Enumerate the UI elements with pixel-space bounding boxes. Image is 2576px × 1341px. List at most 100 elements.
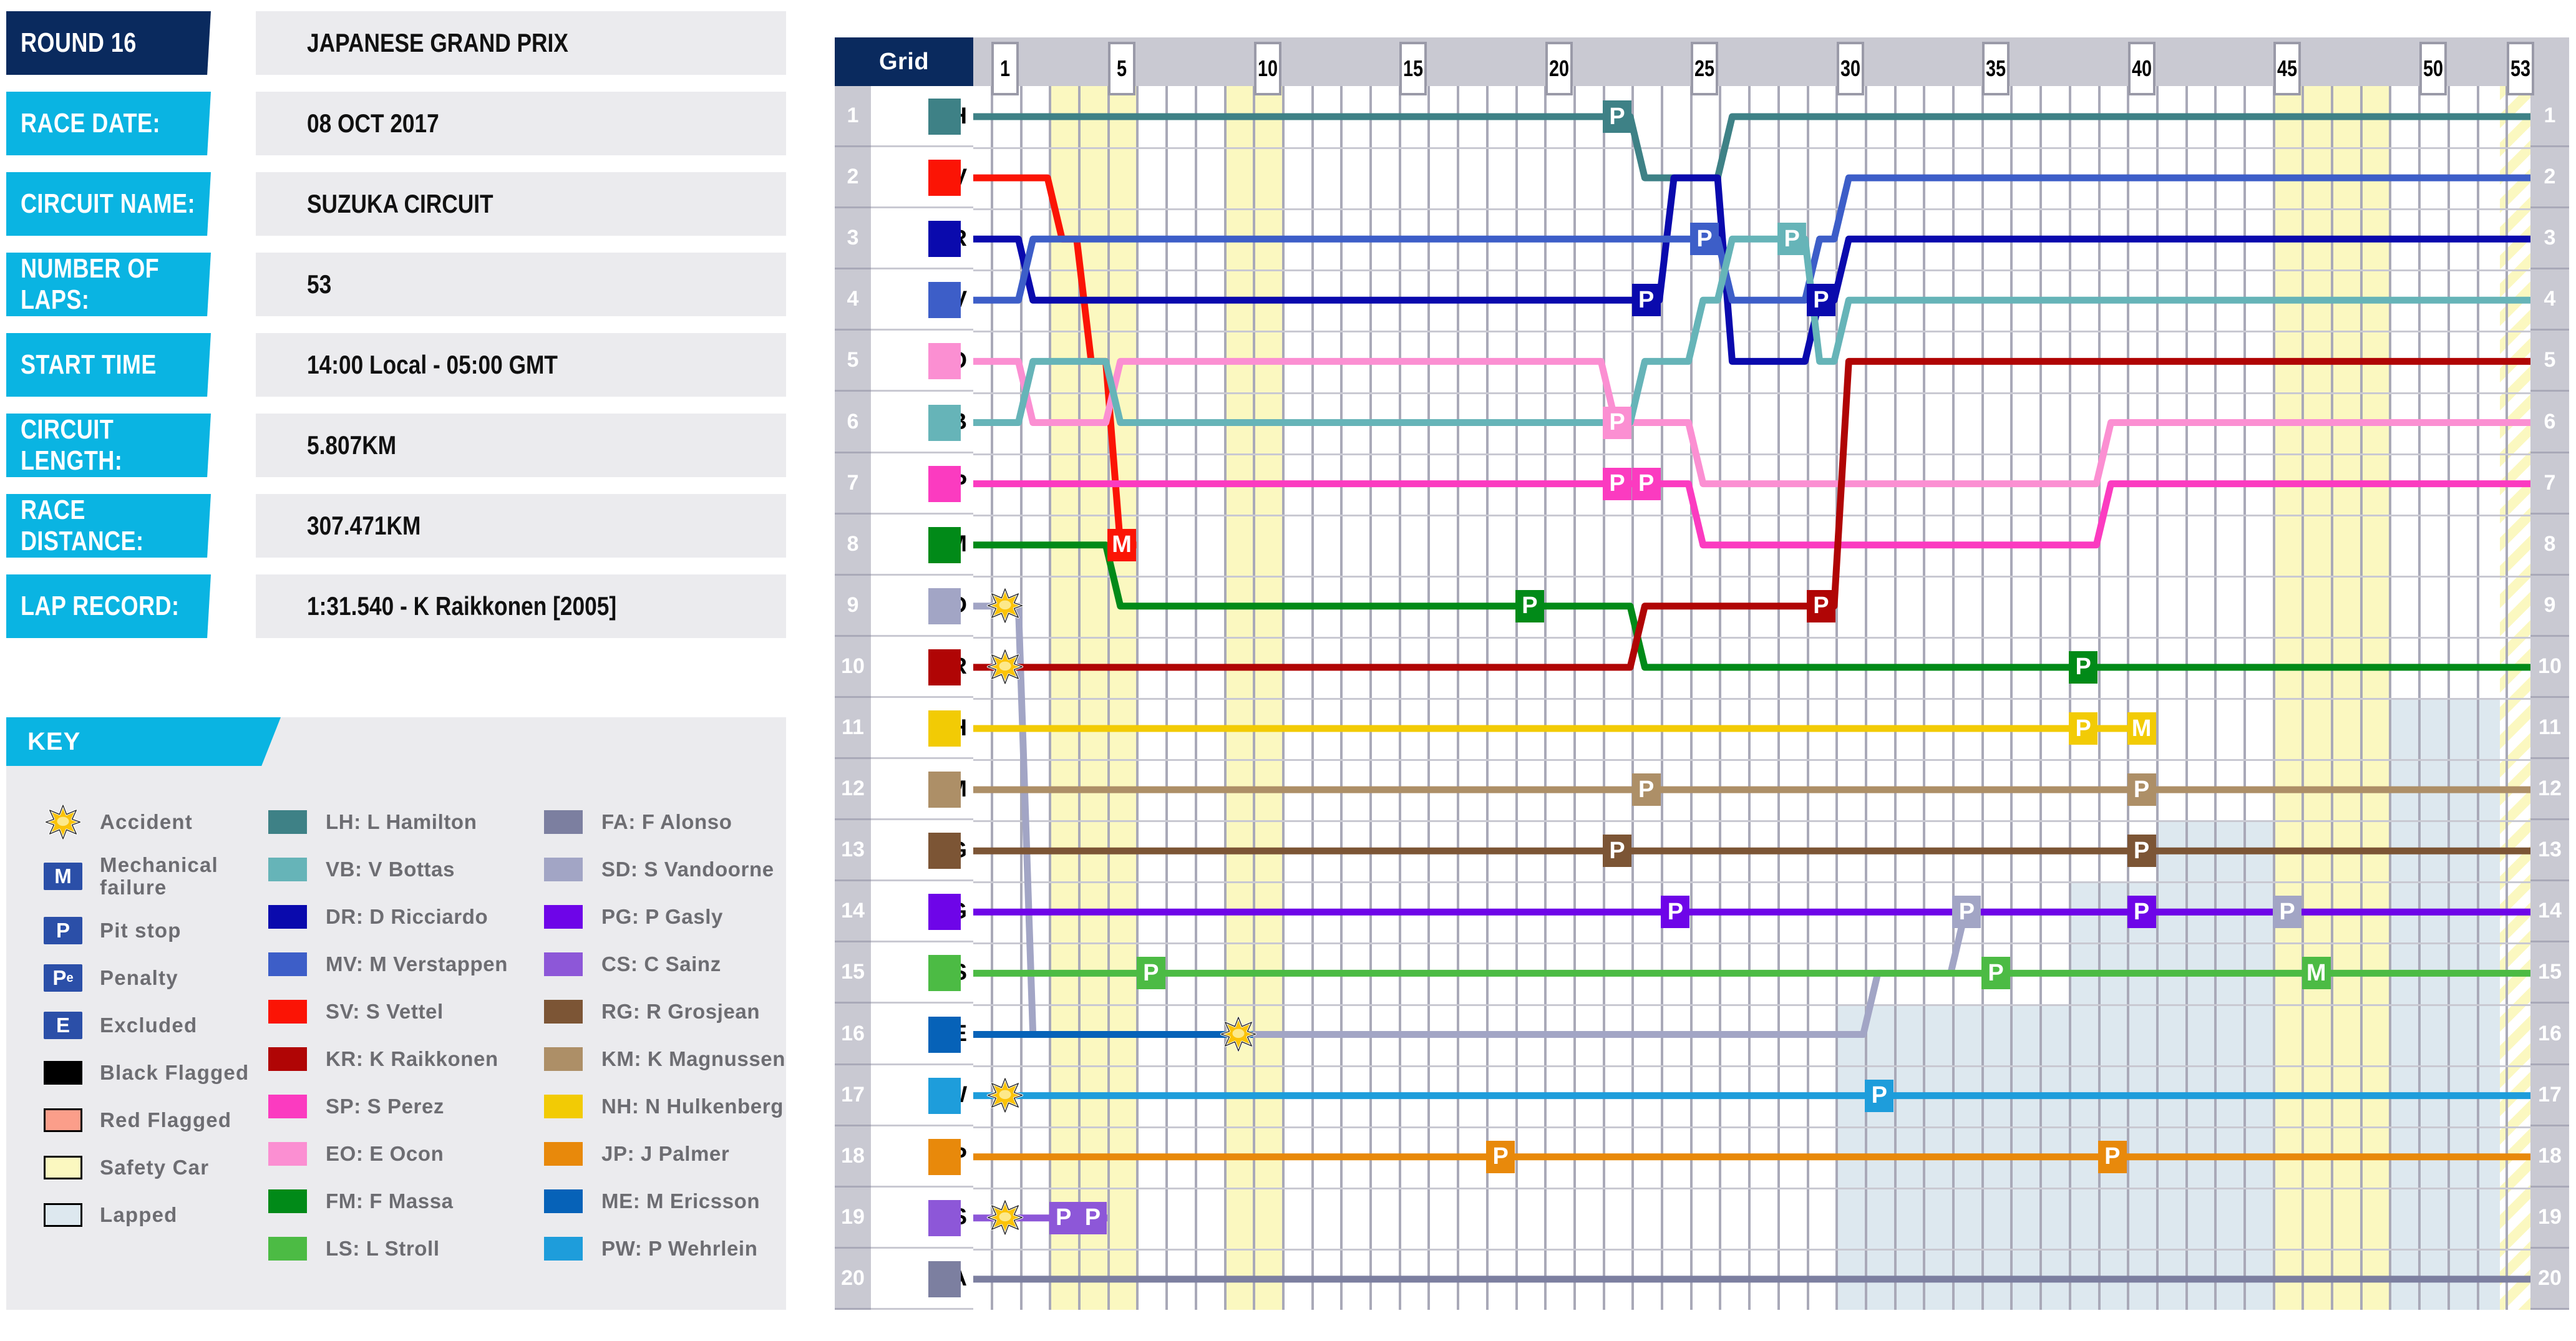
driver-start-swatch-pg	[928, 894, 961, 931]
accident-marker-me	[1219, 1016, 1258, 1053]
key-event-penalty: Pe Penalty	[32, 954, 301, 1002]
key-event-icon	[32, 1108, 100, 1132]
accident-marker-cs	[986, 1199, 1024, 1236]
driver-name-label: LH: L Hamilton	[326, 810, 477, 833]
key-event-icon: Pe	[32, 964, 100, 992]
info-row-round-16: ROUND 16 JAPANESE GRAND PRIX	[6, 11, 786, 75]
grid-position-15: 15	[835, 942, 871, 1004]
key-driver-pw: PW: P Wehrlein	[544, 1225, 785, 1272]
driver-color-swatch	[268, 1142, 307, 1166]
pit-stop-marker-rg: P	[1603, 835, 1631, 868]
key-driver-kr: KR: K Raikkonen	[268, 1035, 508, 1083]
driver-color-swatch	[544, 1000, 583, 1024]
pit-stop-marker-km: P	[1631, 773, 1661, 806]
key-event-icon	[32, 1203, 100, 1227]
finish-position-10: 10	[2530, 636, 2569, 698]
driver-start-swatch-lh	[928, 99, 961, 135]
black-flag-icon	[44, 1061, 82, 1085]
info-value: 53	[256, 253, 786, 316]
finish-position-4: 4	[2530, 269, 2569, 331]
grid-position-18: 18	[835, 1126, 871, 1188]
info-label: RACE DATE:	[6, 92, 211, 155]
key-driver-cs: CS: C Sainz	[544, 941, 785, 988]
driver-name-label: SV: S Vettel	[326, 1000, 444, 1023]
driver-color-swatch	[268, 1000, 307, 1024]
pit-stop-marker-sp: P	[1603, 467, 1631, 500]
lap-tick-50: 50	[2419, 42, 2447, 95]
key-driver-dr: DR: D Ricciardo	[268, 893, 508, 941]
trace-vb	[973, 235, 2530, 426]
driver-name-label: EO: E Ocon	[326, 1142, 444, 1165]
info-value: 1:31.540 - K Raikkonen [2005]	[256, 574, 786, 638]
info-label: ROUND 16	[6, 11, 211, 75]
lap-tick-35: 35	[1982, 42, 2010, 95]
grid-position-19: 19	[835, 1187, 871, 1249]
grid-position-6: 6	[835, 392, 871, 453]
key-event-mechanical-failure: M Mechanical failure	[32, 846, 301, 907]
key-event-label: Excluded	[100, 1014, 198, 1037]
key-event-icon	[32, 805, 100, 840]
key-event-icon: P	[32, 917, 100, 944]
grid-position-16: 16	[835, 1004, 871, 1065]
pit-stop-marker-pg: P	[1661, 896, 1690, 929]
accident-star-icon	[987, 588, 1024, 623]
key-driver-eo: EO: E Ocon	[268, 1130, 508, 1178]
driver-start-swatch-sv	[928, 160, 961, 196]
lapped-icon	[44, 1203, 82, 1227]
info-value-text: JAPANESE GRAND PRIX	[307, 28, 568, 57]
lap-tick-45: 45	[2273, 42, 2301, 95]
grid-position-column: 1 2 3 4 5 6 7 8 9 10 11 12 13 14 15 16 17 18 19 20	[835, 86, 871, 1310]
lap-tick-value: 15	[1403, 56, 1424, 81]
finish-position-14: 14	[2530, 881, 2569, 943]
key-event-icon	[32, 1061, 100, 1085]
pit-stop-marker-sd: P	[2273, 896, 2302, 929]
driver-name-label: PG: P Gasly	[601, 905, 723, 928]
grid-position-5: 5	[835, 331, 871, 392]
grid-position-11: 11	[835, 698, 871, 760]
finish-position-1: 1	[2530, 86, 2569, 148]
grid-position-9: 9	[835, 575, 871, 637]
pit-stop-marker-km: P	[2127, 773, 2156, 806]
driver-start-swatch-mv	[928, 282, 961, 319]
finish-position-12: 12	[2530, 759, 2569, 821]
safety-car-icon	[44, 1156, 82, 1179]
info-value: 14:00 Local - 05:00 GMT	[256, 333, 786, 397]
accident-star-icon	[987, 1077, 1024, 1113]
key-event-pit-stop: P Pit stop	[32, 907, 301, 954]
driver-name-label: LS: L Stroll	[326, 1237, 440, 1260]
grid-position-13: 13	[835, 820, 871, 882]
info-row-circuit-length: CIRCUIT LENGTH: 5.807KM	[6, 414, 786, 477]
lap-tick-15: 15	[1399, 42, 1427, 95]
key-driver-me: ME: M Ericsson	[544, 1178, 785, 1225]
key-event-lapped: Lapped	[32, 1191, 301, 1239]
info-label: START TIME	[6, 333, 211, 397]
key-driver-fa: FA: F Alonso	[544, 798, 785, 846]
lap-tick-value: 5	[1117, 56, 1127, 81]
accident-star-icon	[1220, 1016, 1257, 1052]
info-value-text: 53	[307, 269, 332, 299]
trace-lh	[973, 113, 2530, 182]
pit-stop-marker-cs: P	[1078, 1201, 1107, 1234]
key-driver-vb: VB: V Bottas	[268, 846, 508, 893]
lap-tick-value: 50	[2423, 56, 2443, 81]
key-driver-sp: SP: S Perez	[268, 1083, 508, 1130]
driver-start-swatch-sp	[928, 465, 961, 502]
key-event-list: Accident M Mechanical failure P Pit stop Pe Pen…	[32, 798, 301, 1239]
driver-color-swatch	[544, 1189, 583, 1213]
driver-color-swatch	[268, 905, 307, 929]
key-driver-pg: PG: P Gasly	[544, 893, 785, 941]
lap-tick-1: 1	[991, 42, 1019, 95]
driver-color-swatch	[268, 1047, 307, 1071]
info-value-text: SUZUKA CIRCUIT	[307, 189, 493, 218]
lap-tick-30: 30	[1836, 42, 1864, 95]
driver-name-label: DR: D Ricciardo	[326, 905, 488, 928]
driver-start-swatch-vb	[928, 404, 961, 441]
driver-start-swatch-pw	[928, 1077, 961, 1114]
grid-position-14: 14	[835, 881, 871, 943]
key-event-icon: E	[32, 1012, 100, 1039]
key-event-label: Pit stop	[100, 919, 182, 942]
info-value-text: 14:00 Local - 05:00 GMT	[307, 350, 558, 379]
mechanical-failure-marker-sv: M	[1107, 528, 1137, 561]
driver-color-swatch	[544, 1237, 583, 1261]
grid-position-7: 7	[835, 453, 871, 515]
